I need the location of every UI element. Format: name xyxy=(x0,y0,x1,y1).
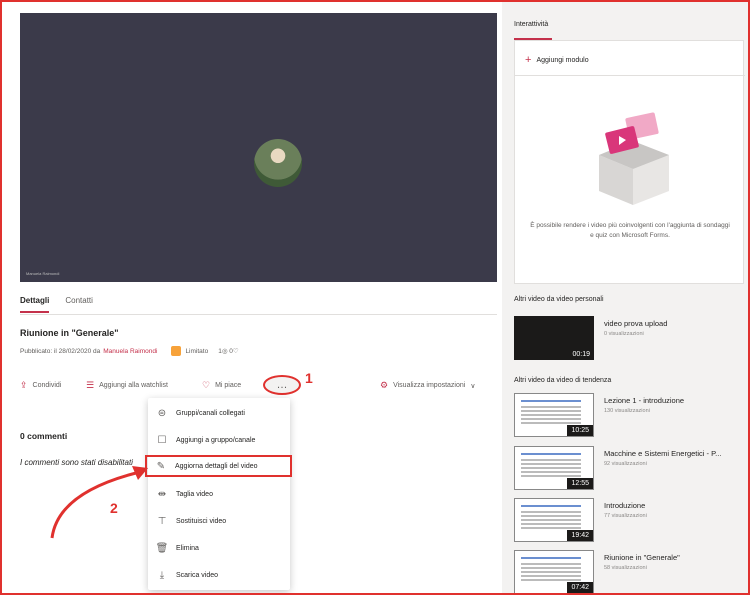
access-badge: Limitato xyxy=(171,346,208,356)
menu-item-delete[interactable]: 🗑 Elimina xyxy=(148,537,290,559)
interactivity-card: + Aggiungi modulo È possibile rendere i … xyxy=(514,40,745,284)
video-thumbnail[interactable]: 12:55 xyxy=(514,446,594,490)
video-thumbnail[interactable]: 10:25 xyxy=(514,393,594,437)
pencil-icon: ✎ xyxy=(156,460,166,472)
view-like-counts: 1◎ 0♡ xyxy=(218,348,239,355)
menu-item-trim-video[interactable]: ⇹ Taglia video xyxy=(148,483,290,505)
video-list-views: 130 visualizzazioni xyxy=(604,408,650,414)
add-module-button[interactable]: + Aggiungi modulo xyxy=(525,54,589,66)
interactivity-description: È possibile rendere i video più coinvolg… xyxy=(530,222,730,240)
like-button[interactable]: ♡ Mi piace xyxy=(202,381,241,390)
video-list-title[interactable]: Introduzione xyxy=(604,501,744,510)
share-label: Condividi xyxy=(32,382,62,389)
forms-illustration-icon xyxy=(599,112,669,205)
interactivity-heading: Interattività xyxy=(514,21,549,28)
video-info: Riunione in "Generale" 58 visualizzazion… xyxy=(604,553,744,571)
menu-item-download[interactable]: ⤓ Scarica video xyxy=(148,564,290,586)
video-list-title[interactable]: Riunione in "Generale" xyxy=(604,553,744,562)
video-list-views: 0 visualizzazioni xyxy=(604,331,644,337)
video-duration: 12:55 xyxy=(567,478,593,489)
detail-tabs: Dettagli Contatti xyxy=(20,296,93,313)
video-list-title[interactable]: video prova upload xyxy=(604,319,744,328)
callout-number-1: 1 xyxy=(305,370,313,386)
tabs-divider xyxy=(20,314,497,315)
menu-item-label: Elimina xyxy=(176,544,199,552)
tab-details[interactable]: Dettagli xyxy=(20,296,50,313)
annotation-arrow-icon xyxy=(50,466,148,539)
video-list-views: 77 visualizzazioni xyxy=(604,513,647,519)
download-icon: ⤓ xyxy=(159,569,165,581)
video-list-title[interactable]: Lezione 1 - introduzione xyxy=(604,396,744,405)
add-to-group-icon: ☐ xyxy=(157,434,167,446)
callout-number-2: 2 xyxy=(110,500,118,516)
video-list-views: 58 visualizzazioni xyxy=(604,565,647,571)
replace-icon: ⊤ xyxy=(157,515,167,527)
video-list-views: 92 visualizzazioni xyxy=(604,461,647,467)
access-label: Limitato xyxy=(185,347,209,355)
tab-contacts[interactable]: Contatti xyxy=(65,296,93,313)
trash-icon: 🗑 xyxy=(155,542,169,554)
add-module-label: Aggiungi modulo xyxy=(536,56,589,64)
video-info: Macchine e Sistemi Energetici - P... 92 … xyxy=(604,449,744,467)
menu-item-linked-groups[interactable]: ⊜ Gruppi/canali collegati xyxy=(148,402,290,424)
share-icon: ⇪ xyxy=(20,380,28,390)
menu-item-label: Gruppi/canali collegati xyxy=(176,409,245,417)
comments-heading: 0 commenti xyxy=(20,431,68,441)
personal-videos-heading: Altri video da video personali xyxy=(514,296,604,303)
author-link[interactable]: Manuela Raimondi xyxy=(103,348,157,355)
video-title: Riunione in "Generale" xyxy=(20,328,119,338)
video-thumbnail[interactable]: 19:42 xyxy=(514,498,594,542)
video-thumbnail[interactable]: 00:19 xyxy=(514,316,594,360)
menu-item-replace-video[interactable]: ⊤ Sostituisci video xyxy=(148,510,290,532)
chevron-down-icon: ∨ xyxy=(470,382,476,390)
video-duration: 00:19 xyxy=(568,349,594,360)
view-settings-button[interactable]: ⚙ Visualizza impostazioni ∨ xyxy=(380,381,475,390)
menu-item-label: Aggiorna dettagli del video xyxy=(175,462,258,470)
menu-item-label: Aggiungi a gruppo/canale xyxy=(176,436,256,444)
menu-item-update-details[interactable]: ✎ Aggiorna dettagli del video xyxy=(145,455,292,477)
card-divider xyxy=(515,75,745,76)
player-watermark: Manuela Raimondi xyxy=(26,271,60,276)
view-settings-label: Visualizza impostazioni xyxy=(393,382,466,389)
watchlist-icon: ☰ xyxy=(86,380,95,390)
presenter-avatar xyxy=(254,139,302,187)
video-player[interactable]: Manuela Raimondi xyxy=(20,13,497,282)
video-duration: 07:42 xyxy=(567,582,593,593)
menu-item-label: Taglia video xyxy=(176,490,213,498)
group-icon: ⊜ xyxy=(157,407,167,419)
trending-videos-heading: Altri video da video di tendenza xyxy=(514,377,612,384)
more-options-button[interactable]: … xyxy=(263,375,301,395)
watchlist-button[interactable]: ☰ Aggiungi alla watchlist xyxy=(86,381,168,390)
video-info: Introduzione 77 visualizzazioni xyxy=(604,501,744,519)
lock-icon xyxy=(171,346,182,356)
like-label: Mi piace xyxy=(215,382,242,389)
video-duration: 10:25 xyxy=(567,425,593,436)
video-list-title[interactable]: Macchine e Sistemi Energetici - P... xyxy=(604,449,744,458)
menu-item-add-to-group[interactable]: ☐ Aggiungi a gruppo/canale xyxy=(148,429,290,451)
video-info: video prova upload 0 visualizzazioni xyxy=(604,319,744,337)
heart-icon: ♡ xyxy=(202,380,211,390)
menu-item-label: Scarica video xyxy=(176,571,219,579)
video-thumbnail[interactable]: 07:42 xyxy=(514,550,594,594)
share-button[interactable]: ⇪ Condividi xyxy=(20,381,61,390)
menu-item-label: Sostituisci video xyxy=(176,517,227,525)
watchlist-label: Aggiungi alla watchlist xyxy=(99,382,168,389)
published-label: Pubblicato: il 28/02/2020 da xyxy=(20,347,101,355)
right-sidebar: Interattività + Aggiungi modulo È possib… xyxy=(502,0,750,595)
gear-icon: ⚙ xyxy=(380,380,389,390)
trim-icon: ⇹ xyxy=(157,488,167,500)
video-duration: 19:42 xyxy=(567,530,593,541)
more-options-menu: ⊜ Gruppi/canali collegati ☐ Aggiungi a g… xyxy=(145,398,292,590)
video-meta: Pubblicato: il 28/02/2020 da Manuela Rai… xyxy=(20,346,239,356)
video-info: Lezione 1 - introduzione 130 visualizzaz… xyxy=(604,396,744,414)
plus-icon: + xyxy=(525,54,532,66)
